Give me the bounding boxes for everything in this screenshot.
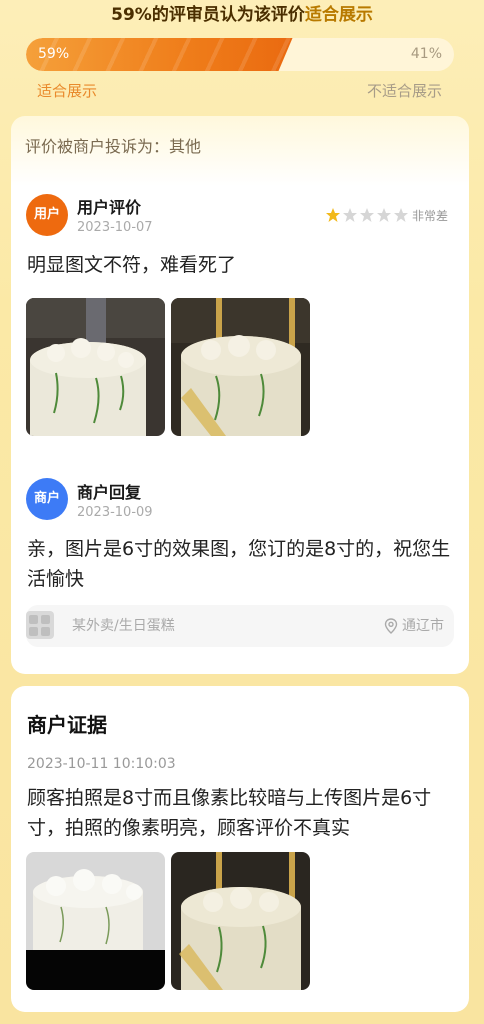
unsuitable-pct: 41%: [410, 46, 442, 62]
star-empty-icon: [394, 208, 408, 222]
star-filled-icon: [326, 208, 340, 222]
review-photo-1[interactable]: [26, 298, 165, 436]
user-avatar: 用户: [26, 194, 68, 236]
vote-summary-pct: 59%: [111, 5, 152, 25]
evidence-photo-2[interactable]: [171, 852, 310, 990]
store-logo: [26, 611, 54, 639]
cake-photo-icon: [171, 852, 310, 990]
location-pin-icon: [384, 618, 398, 634]
rating-stars: 非常差: [325, 207, 448, 223]
store-info-bar[interactable]: 某外卖/生日蛋糕 通辽市: [26, 605, 454, 647]
evidence-time: 2023-10-11 10:10:03: [27, 756, 176, 772]
merchant-avatar: 商户: [26, 478, 68, 520]
reply-title: 商户回复: [77, 483, 142, 502]
store-location-text: 通辽市: [402, 618, 444, 634]
review-date: 2023-10-07: [77, 220, 153, 235]
star-empty-icon: [377, 208, 391, 222]
store-name: 某外卖/生日蛋糕: [72, 618, 175, 634]
store-location: 通辽市: [384, 605, 444, 647]
review-photo-2[interactable]: [171, 298, 310, 436]
vote-summary-title: 59%的评审员认为该评价适合展示: [0, 2, 484, 28]
vote-progress-bar: 59% 41%: [26, 38, 454, 71]
evidence-title: 商户证据: [27, 713, 107, 737]
evidence-content: 顾客拍照是8寸而且像素比较暗与上传图片是6寸寸，拍照的像素明亮，顾客评价不真实: [27, 787, 432, 839]
unsuitable-label: 不适合展示: [366, 82, 442, 100]
suitable-pct: 59%: [38, 46, 70, 62]
cake-photo-icon: [26, 298, 165, 436]
star-empty-icon: [343, 208, 357, 222]
vote-summary-highlight: 适合展示: [304, 5, 373, 25]
vote-summary-middle: 的评审员认为该评价: [151, 5, 305, 25]
suitable-label: 适合展示: [37, 82, 98, 100]
review-content: 明显图文不符，难看死了: [27, 254, 237, 276]
complaint-reason: 评价被商户投诉为：其他: [25, 137, 202, 156]
cake-photo-icon: [171, 298, 310, 436]
reply-date: 2023-10-09: [77, 505, 153, 520]
reply-content: 亲，图片是6寸的效果图，您订的是8寸的，祝您生活愉快: [27, 538, 451, 590]
review-title: 用户评价: [77, 198, 142, 217]
evidence-card: 商户证据 2023-10-11 10:10:03 顾客拍照是8寸而且像素比较暗与…: [11, 686, 469, 1012]
evidence-photo-1[interactable]: [26, 852, 165, 990]
star-empty-icon: [360, 208, 374, 222]
review-card: 评价被商户投诉为：其他 用户 用户评价 2023-10-07 非常差 明显图文不…: [11, 116, 469, 674]
rating-label: 非常差: [412, 208, 449, 223]
cake-photo-icon: [26, 852, 165, 990]
